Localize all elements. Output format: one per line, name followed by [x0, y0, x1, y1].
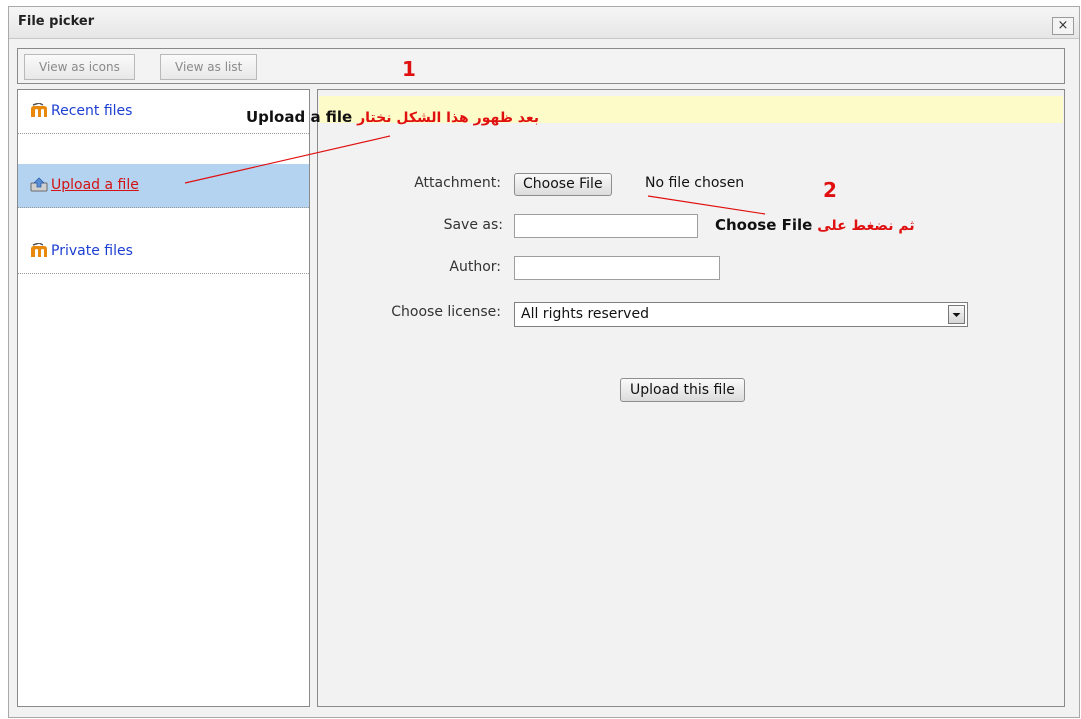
- attachment-label: Attachment:: [414, 175, 501, 191]
- moodle-icon: [31, 103, 47, 117]
- upload-this-file-button[interactable]: Upload this file: [620, 378, 745, 402]
- choose-file-button[interactable]: Choose File: [514, 173, 612, 196]
- moodle-icon: [31, 243, 47, 257]
- dialog-title: File picker: [18, 14, 95, 29]
- author-label: Author:: [449, 259, 501, 275]
- step-2-arabic: ثم نضغط على: [817, 218, 915, 234]
- title-bar: File picker ×: [9, 7, 1079, 39]
- save-as-input[interactable]: [514, 214, 698, 238]
- upload-panel: Attachment: Choose File No file chosen S…: [317, 89, 1065, 707]
- license-select[interactable]: All rights reserved: [514, 302, 968, 327]
- step-1-arabic: بعد ظهور هذا الشكل نختار: [357, 110, 540, 126]
- upload-icon: [30, 177, 48, 192]
- step-1-english: Upload a file: [246, 108, 353, 126]
- dropdown-arrow-icon[interactable]: [948, 305, 965, 324]
- view-as-icons-button[interactable]: View as icons: [24, 54, 135, 80]
- step-2-number: 2: [823, 178, 837, 202]
- save-as-label: Save as:: [443, 217, 503, 233]
- license-selected-value: All rights reserved: [521, 306, 649, 322]
- sidebar-item-label: Private files: [51, 243, 133, 259]
- license-label: Choose license:: [391, 304, 501, 320]
- view-toolbar: View as icons View as list: [17, 48, 1065, 84]
- sidebar-item-label: Recent files: [51, 103, 133, 119]
- no-file-chosen-text: No file chosen: [645, 175, 745, 191]
- step-2-english: Choose File: [715, 216, 813, 234]
- step-1-number: 1: [402, 57, 416, 81]
- repository-sidebar: Recent files Upload a file Private files: [17, 89, 310, 707]
- sidebar-item-upload-a-file[interactable]: Upload a file: [18, 164, 309, 208]
- author-input[interactable]: [514, 256, 720, 280]
- step-2-annotation: Choose File ثم نضغط على: [715, 216, 915, 234]
- sidebar-item-private-files[interactable]: Private files: [18, 230, 309, 274]
- sidebar-item-label: Upload a file: [51, 177, 139, 193]
- view-as-list-button[interactable]: View as list: [160, 54, 258, 80]
- step-1-annotation: Upload a file بعد ظهور هذا الشكل نختار: [246, 108, 539, 126]
- close-button[interactable]: ×: [1052, 17, 1074, 35]
